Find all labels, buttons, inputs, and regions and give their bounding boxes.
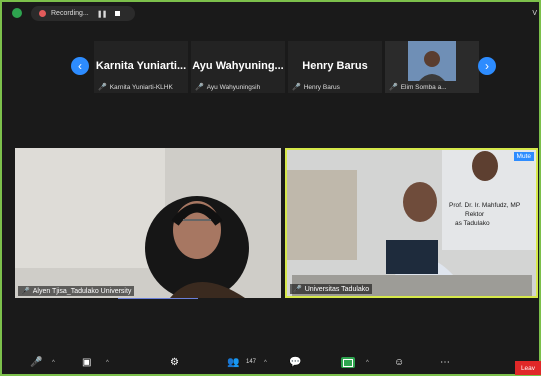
- slide-title: Prof. Dr. Ir. Mahfudz, MP: [449, 202, 521, 209]
- security-shield-icon[interactable]: [12, 8, 22, 18]
- share-options-caret-icon[interactable]: ^: [366, 360, 369, 366]
- next-page-button[interactable]: ›: [478, 57, 496, 75]
- video-name-label: 🎤 Universitas Tadulako: [290, 284, 373, 294]
- chat-icon[interactable]: 💬: [289, 357, 301, 368]
- participant-display-name: Henry Barus: [302, 60, 368, 72]
- leave-button[interactable]: Leav: [515, 361, 541, 375]
- participant-full-name: Ayu Wahyuningsih: [206, 83, 261, 91]
- participant-display-name: Karnita Yuniarti...: [95, 60, 187, 72]
- prev-page-button[interactable]: ‹: [71, 57, 89, 75]
- participant-full-name: Elim Somba a...: [400, 83, 447, 91]
- mic-icon: 🎤: [21, 288, 30, 295]
- participant-name-label: 🎤 Ayu Wahyuningsih: [195, 83, 261, 92]
- mic-icon: 🎤: [293, 286, 302, 293]
- reactions-icon[interactable]: ☺: [394, 357, 404, 368]
- mute-badge[interactable]: Mute: [513, 152, 534, 161]
- main-video-left[interactable]: 🎤 Alyen Tjisa_Tadulako University: [15, 148, 281, 298]
- participant-tile[interactable]: 🎤 Elim Somba a...: [385, 41, 479, 93]
- chevron-right-icon: ›: [485, 59, 489, 73]
- mic-muted-icon: 🎤: [389, 84, 398, 91]
- participant-full-name: Karnita Yuniarti-KLHK: [109, 83, 173, 91]
- participant-display-name: Ayu Wahyuning...: [192, 60, 284, 72]
- recording-indicator[interactable]: Recording... ❚❚: [31, 6, 135, 21]
- slide-role: Rektor: [465, 211, 485, 218]
- participant-tile[interactable]: Henry Barus 🎤 Henry Barus: [288, 41, 382, 93]
- participant-name-label: 🎤 Elim Somba a...: [389, 83, 447, 92]
- microphone-icon[interactable]: 🎤: [30, 357, 42, 368]
- speaker-video: [287, 150, 536, 296]
- recording-dot-icon: [39, 10, 46, 17]
- recording-label: Recording...: [51, 10, 89, 17]
- speaker-name: Universitas Tadulako: [304, 285, 370, 293]
- share-screen-button[interactable]: [341, 357, 355, 368]
- participant-strip: Karnita Yuniarti... 🎤 Karnita Yuniarti-K…: [94, 41, 479, 93]
- video-name-label: 🎤 Alyen Tjisa_Tadulako University: [18, 286, 135, 296]
- speaker-video: [15, 148, 281, 298]
- mute-label: Mute: [516, 153, 531, 160]
- slide-institution: as Tadulako: [455, 220, 490, 227]
- participants-count: 147: [246, 359, 257, 365]
- participant-tile[interactable]: Ayu Wahyuning... 🎤 Ayu Wahyuningsih: [191, 41, 285, 93]
- active-speaker-underline: [118, 298, 198, 299]
- stop-recording-icon[interactable]: [115, 11, 121, 16]
- video-options-caret-icon[interactable]: ^: [106, 360, 109, 366]
- more-options-icon[interactable]: ⋯: [440, 357, 450, 368]
- view-button[interactable]: V: [532, 10, 537, 17]
- participants-icon[interactable]: 👥: [227, 357, 239, 368]
- pause-recording-icon[interactable]: ❚❚: [97, 10, 108, 18]
- view-label: V: [532, 10, 537, 17]
- chevron-left-icon: ‹: [78, 59, 82, 73]
- participant-name-label: 🎤 Karnita Yuniarti-KLHK: [98, 83, 173, 92]
- leave-label: Leav: [520, 364, 536, 372]
- participants-caret-icon[interactable]: ^: [264, 360, 267, 366]
- mic-muted-icon: 🎤: [98, 84, 107, 91]
- participant-name-label: 🎤 Henry Barus: [292, 83, 340, 92]
- audio-options-caret-icon[interactable]: ^: [52, 360, 55, 366]
- security-icon[interactable]: ⚙: [170, 357, 179, 368]
- speaker-name: Alyen Tjisa_Tadulako University: [32, 287, 132, 295]
- main-video-right[interactable]: Prof. Dr. Ir. Mahfudz, MP Rektor as Tadu…: [285, 148, 538, 298]
- bottom-toolbar: 🎤 ^ ▣ ^ ⚙ 👥 147 ^ 💬 ^ ☺ ⋯ Leav: [0, 352, 541, 376]
- top-bar: Recording... ❚❚ V: [0, 0, 541, 26]
- mic-muted-icon: 🎤: [195, 84, 204, 91]
- participant-full-name: Henry Barus: [303, 83, 340, 91]
- share-screen-icon: [343, 359, 353, 367]
- mic-muted-icon: 🎤: [292, 84, 301, 91]
- video-camera-icon[interactable]: ▣: [82, 357, 91, 368]
- participant-tile[interactable]: Karnita Yuniarti... 🎤 Karnita Yuniarti-K…: [94, 41, 188, 93]
